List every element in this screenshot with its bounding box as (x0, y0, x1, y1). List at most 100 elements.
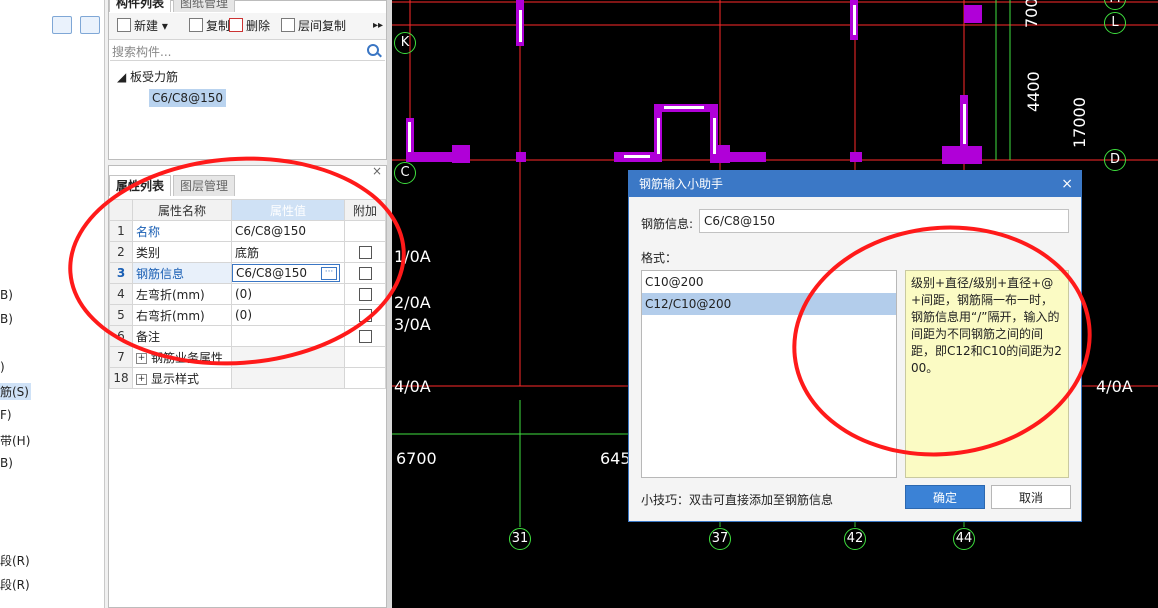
property-name: + 显示样式 (132, 367, 232, 389)
dim-17000: 17000 (1070, 97, 1089, 148)
tab-drawing-management[interactable]: 图纸管理 (173, 0, 236, 12)
table-row[interactable]: 2 类别 底筋 (109, 241, 386, 263)
nav-item[interactable]: 段(R) (0, 552, 30, 569)
nav-item[interactable]: B) (0, 288, 13, 302)
close-icon[interactable]: × (1061, 171, 1073, 197)
format-help-text: 级别+直径/级别+直径+@+间距，钢筋隔一布一时，钢筋信息用“/”隔开，输入的间… (905, 270, 1069, 478)
tip-text: 小技巧：双击可直接添加至钢筋信息 (641, 493, 834, 507)
copy-button[interactable]: 复制 (189, 18, 230, 34)
close-icon[interactable]: × (372, 164, 382, 178)
grid-bubble-l[interactable]: L (1104, 12, 1126, 34)
rebar-info-field[interactable]: C6/C8@150 (699, 209, 1069, 233)
floor-copy-icon (281, 18, 295, 32)
table-row[interactable]: 1 名称 C6/C8@150 (109, 220, 386, 242)
table-row[interactable]: 5 右弯折(mm) (0) (109, 304, 386, 326)
extra-checkbox[interactable] (358, 309, 372, 322)
search-icon[interactable] (367, 44, 379, 56)
table-row-group[interactable]: 7 + 钢筋业务属性 (109, 346, 386, 368)
tree-item-selected[interactable]: C6/C8@150 (149, 89, 226, 107)
property-name: 钢筋信息 (132, 262, 232, 284)
tab-property-list[interactable]: 属性列表 (109, 175, 172, 196)
format-option-selected[interactable]: C12/C10@200 (642, 293, 896, 315)
detail-view-icon[interactable] (80, 16, 100, 34)
rebar-info-label: 钢筋信息: (641, 217, 694, 231)
format-label: 格式： (641, 251, 678, 265)
property-value[interactable]: C6/C8@150 (231, 220, 345, 242)
tab-layer-management[interactable]: 图层管理 (173, 175, 236, 196)
delete-button[interactable]: 删除 (229, 18, 270, 34)
grid-bubble-31[interactable]: 31 (509, 528, 531, 550)
grid-bubble-37[interactable]: 37 (709, 528, 731, 550)
extra-checkbox[interactable] (358, 330, 372, 343)
property-value (231, 367, 345, 389)
rebar-input-assistant-dialog: 钢筋输入小助手 × 钢筋信息: C6/C8@150 格式： C10@200 C1… (628, 170, 1082, 522)
index-header (109, 199, 133, 221)
grid-bubble-d[interactable]: D (1104, 149, 1126, 171)
nav-item[interactable]: 带(H) (0, 432, 30, 449)
dim-6700: 6700 (396, 449, 437, 468)
nav-item[interactable]: F) (0, 408, 12, 422)
extra-checkbox[interactable] (358, 288, 372, 301)
row-index: 1 (109, 220, 133, 242)
table-row[interactable]: 4 左弯折(mm) (0) (109, 283, 386, 305)
extra-checkbox[interactable] (358, 267, 372, 280)
row-index: 3 (109, 262, 133, 284)
property-table: 属性名称 属性值 附加 1 名称 C6/C8@150 2 类别 底筋 3 钢筋信… (109, 199, 386, 389)
table-row[interactable]: 6 备注 (109, 325, 386, 347)
dim-645: 645 (600, 449, 631, 468)
component-toolbar: 新建 ▾ 复制 删除 层间复制 ▸▸ (109, 13, 386, 40)
row-index: 18 (109, 367, 133, 389)
property-name: 名称 (132, 220, 232, 242)
nav-item-selected[interactable]: 筋(S) (0, 383, 31, 400)
search-input[interactable]: 搜索构件... (112, 43, 171, 60)
tab-component-list[interactable]: 构件列表 (109, 0, 172, 12)
left-navigation-strip: B) B) ) 筋(S) F) 带(H) B) 段(R) 段(R) (0, 0, 105, 608)
nav-item[interactable]: B) (0, 312, 13, 326)
row-index: 4 (109, 283, 133, 305)
row-index: 2 (109, 241, 133, 263)
extra-header: 附加 (344, 199, 386, 221)
table-row-active[interactable]: 3 钢筋信息 C6/C8@150 ··· (109, 262, 386, 284)
property-name: 类别 (132, 241, 232, 263)
row-index: 6 (109, 325, 133, 347)
nav-item[interactable]: 段(R) (0, 576, 30, 593)
expand-icon[interactable]: + (136, 352, 147, 364)
grid-bubble-c[interactable]: C (394, 162, 416, 184)
property-value-cell: C6/C8@150 ··· (231, 262, 345, 284)
property-value (231, 346, 345, 368)
expand-icon[interactable]: + (136, 373, 147, 385)
rebar-info-input[interactable]: C6/C8@150 ··· (232, 264, 340, 282)
dialog-titlebar[interactable]: 钢筋输入小助手 × (629, 171, 1081, 197)
grid-label-1-0a: 1/0A (394, 247, 431, 266)
format-option[interactable]: C10@200 (642, 271, 896, 293)
table-row-group[interactable]: 18 + 显示样式 (109, 367, 386, 389)
property-name: + 钢筋业务属性 (132, 346, 232, 368)
row-index: 5 (109, 304, 133, 326)
property-value[interactable] (231, 325, 345, 347)
cancel-button[interactable]: 取消 (991, 485, 1071, 509)
new-button[interactable]: 新建 ▾ (117, 18, 168, 34)
ellipsis-button[interactable]: ··· (321, 267, 337, 280)
extra-checkbox[interactable] (358, 246, 372, 259)
property-name: 左弯折(mm) (132, 283, 232, 305)
toolbar-overflow-button[interactable]: ▸▸ (373, 18, 383, 34)
property-value[interactable]: (0) (231, 304, 345, 326)
property-value[interactable]: (0) (231, 283, 345, 305)
extra-cell (344, 367, 386, 389)
component-search[interactable]: 搜索构件... (110, 40, 385, 61)
new-icon (117, 18, 131, 32)
grid-bubble-44[interactable]: 44 (953, 528, 975, 550)
floor-copy-button[interactable]: 层间复制 (281, 18, 346, 34)
format-list[interactable]: C10@200 C12/C10@200 (641, 270, 897, 478)
ok-button[interactable]: 确定 (905, 485, 985, 509)
component-list-panel: 构件列表 图纸管理 新建 ▾ 复制 删除 层间复制 ▸▸ 搜索构件... ◢ 板… (108, 0, 387, 160)
grid-bubble-42[interactable]: 42 (844, 528, 866, 550)
nav-item[interactable]: B) (0, 456, 13, 470)
list-view-icon[interactable] (52, 16, 72, 34)
property-name: 右弯折(mm) (132, 304, 232, 326)
tree-group-slab-rebar[interactable]: ◢ 板受力筋 (117, 68, 178, 85)
dialog-title: 钢筋输入小助手 (639, 177, 724, 191)
property-value[interactable]: 底筋 (231, 241, 345, 263)
grid-bubble-k[interactable]: K (394, 32, 416, 54)
nav-item[interactable]: ) (0, 360, 5, 374)
